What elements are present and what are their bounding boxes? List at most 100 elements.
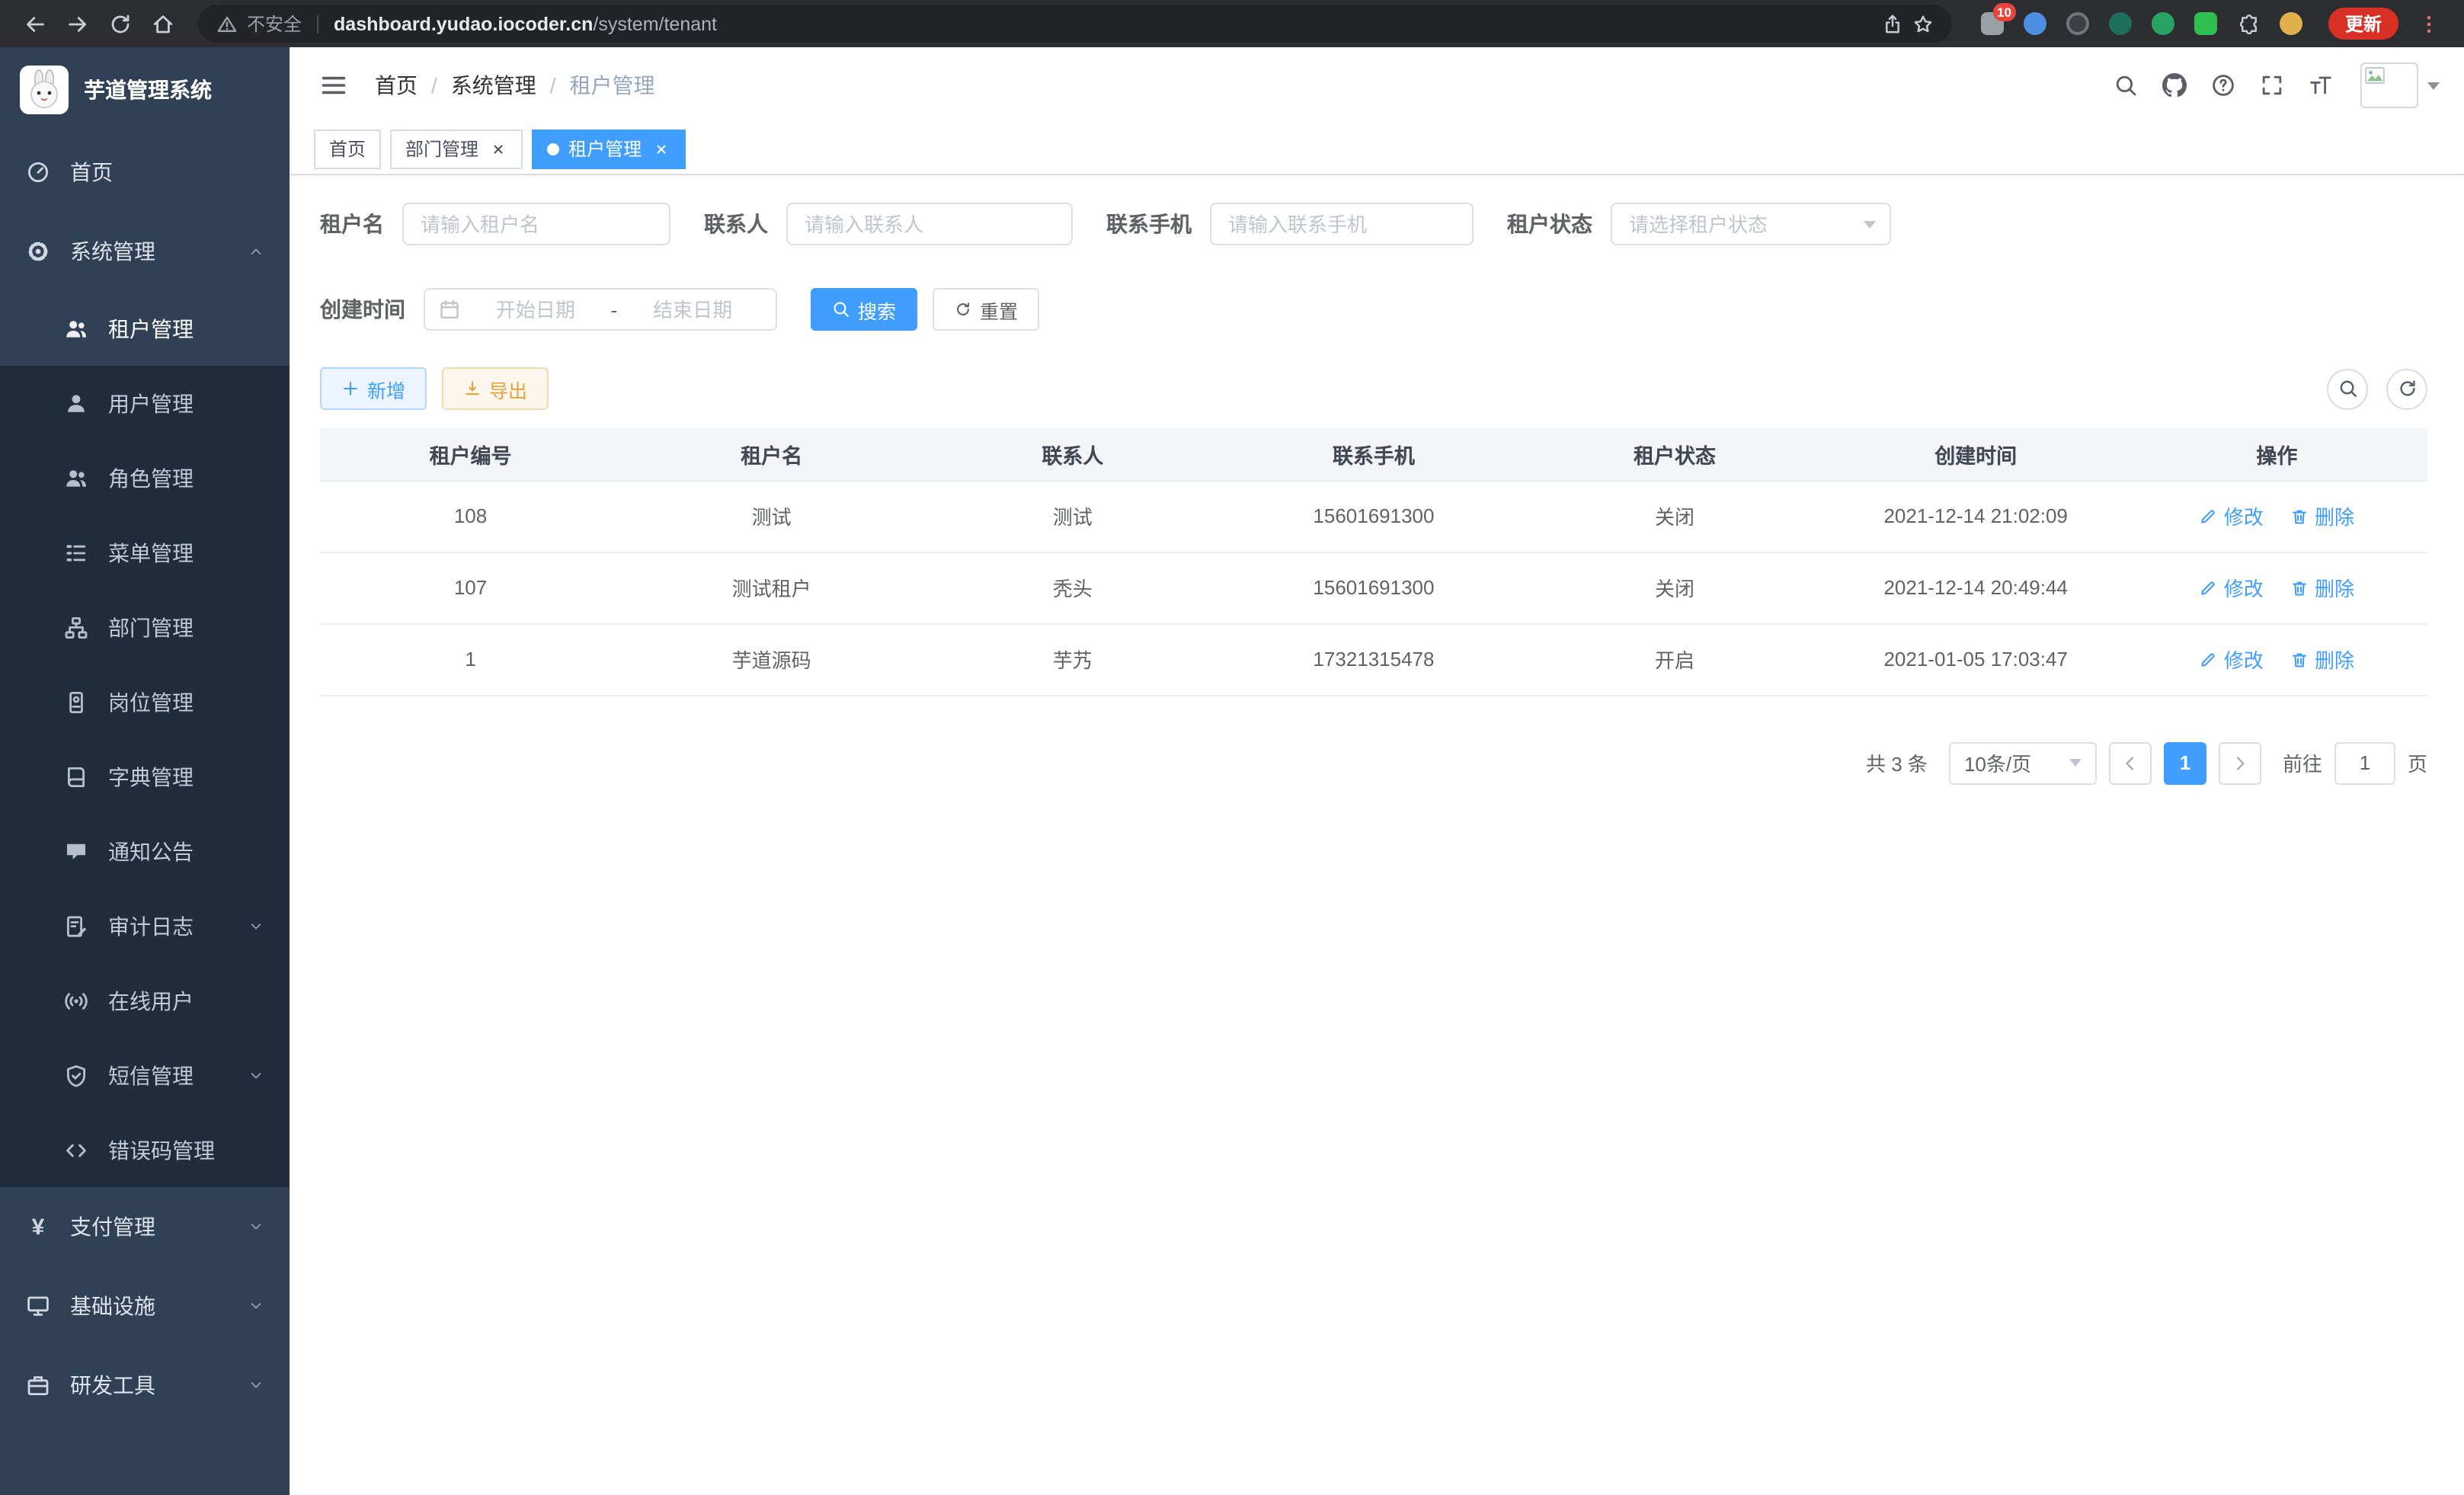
- search-button[interactable]: 搜索: [811, 288, 917, 331]
- home-icon[interactable]: [143, 4, 183, 43]
- sidebar-item-notice[interactable]: 通知公告: [0, 814, 290, 888]
- reset-button[interactable]: 重置: [933, 288, 1039, 331]
- fullscreen-icon[interactable]: [2260, 73, 2284, 98]
- end-date-input[interactable]: [623, 298, 762, 321]
- sidebar-item-home[interactable]: 首页: [0, 133, 290, 212]
- help-icon[interactable]: [2211, 73, 2235, 98]
- delete-row-button[interactable]: 删除: [2290, 645, 2354, 674]
- sidebar-item-menu[interactable]: 菜单管理: [0, 515, 290, 590]
- sidebar-item-error-code[interactable]: 错误码管理: [0, 1112, 290, 1187]
- goto-page-prefix: 前往: [2283, 748, 2322, 777]
- contact-name-input[interactable]: [786, 203, 1073, 245]
- browser-update-button[interactable]: 更新: [2328, 8, 2398, 40]
- gear-icon: [26, 239, 50, 264]
- page-number-button[interactable]: 1: [2164, 741, 2206, 784]
- extension-icon-6[interactable]: [2193, 10, 2220, 37]
- goto-page-input[interactable]: [2334, 741, 2395, 784]
- cell-tenant-name: 测试租户: [621, 552, 922, 623]
- close-icon[interactable]: [488, 139, 507, 158]
- contact-name-label: 联系人: [704, 209, 768, 239]
- sidebar-item-post[interactable]: 岗位管理: [0, 664, 290, 739]
- add-button[interactable]: 新增: [320, 367, 427, 410]
- breadcrumb-separator: /: [550, 73, 556, 98]
- extension-icon-5-glyph: [2152, 12, 2175, 35]
- bookmark-star-icon[interactable]: [1912, 13, 1934, 34]
- navbar-right-tools: [2114, 62, 2440, 108]
- sidebar-item-infrastructure[interactable]: 基础设施: [0, 1266, 290, 1346]
- extension-icon-4[interactable]: [2107, 10, 2135, 37]
- edit-row-button[interactable]: 修改: [2200, 573, 2264, 602]
- sidebar-item-online-users[interactable]: 在线用户: [0, 963, 290, 1038]
- tab-label: 首页: [329, 136, 366, 162]
- sidebar-item-audit-log[interactable]: 审计日志: [0, 888, 290, 963]
- chevron-down-icon: [248, 1378, 264, 1393]
- sidebar-item-payment[interactable]: ¥ 支付管理: [0, 1187, 290, 1266]
- refresh-button[interactable]: [2386, 368, 2427, 409]
- extension-icon-4-glyph: [2110, 12, 2133, 35]
- font-size-icon[interactable]: [2309, 73, 2333, 98]
- cell-phone: 15601691300: [1223, 552, 1524, 623]
- page-size-value: 10条/页: [1964, 748, 2031, 777]
- edit-row-button[interactable]: 修改: [2200, 645, 2264, 674]
- extension-icon-2[interactable]: [2022, 10, 2050, 37]
- cell-tenant-id: 1: [320, 623, 621, 695]
- github-icon[interactable]: [2162, 73, 2187, 98]
- browser-profile-avatar[interactable]: [2278, 10, 2306, 37]
- share-icon[interactable]: [1882, 13, 1903, 34]
- extension-icon-5[interactable]: [2150, 10, 2178, 37]
- delete-row-button[interactable]: 删除: [2290, 573, 2354, 602]
- edit-row-button[interactable]: 修改: [2200, 501, 2264, 530]
- next-page-button[interactable]: [2219, 741, 2261, 784]
- breadcrumb-separator: /: [431, 73, 437, 98]
- sidebar-item-tenant[interactable]: 租户管理: [0, 291, 290, 366]
- tenant-status-select[interactable]: [1611, 203, 1891, 245]
- breadcrumb-system[interactable]: 系统管理: [451, 70, 536, 101]
- page-size-select[interactable]: 10条/页: [1949, 741, 2097, 784]
- export-button[interactable]: 导出: [442, 367, 549, 410]
- tab-label: 租户管理: [568, 136, 642, 162]
- extension-icon-2-glyph: [2024, 12, 2047, 35]
- chevron-down-icon: [1864, 220, 1876, 228]
- browser-menu-icon[interactable]: [2409, 4, 2449, 43]
- extensions-puzzle-icon[interactable]: [2235, 10, 2263, 37]
- tab-tenant[interactable]: 租户管理: [532, 129, 686, 168]
- tab-dept[interactable]: 部门管理: [390, 129, 523, 168]
- error-code-icon: [64, 1138, 88, 1162]
- address-bar[interactable]: 不安全 dashboard.yudao.iocoder.cn/system/te…: [198, 5, 1952, 43]
- breadcrumb-home[interactable]: 首页: [375, 70, 418, 101]
- pagination: 共 3 条 10条/页 1 前往 页: [320, 741, 2427, 784]
- search-icon[interactable]: [2114, 73, 2138, 98]
- back-icon[interactable]: [15, 4, 55, 43]
- sidebar-item-dept[interactable]: 部门管理: [0, 590, 290, 664]
- contact-mobile-input[interactable]: [1210, 203, 1474, 245]
- toggle-search-button[interactable]: [2327, 368, 2368, 409]
- omnibox-divider: [317, 14, 318, 33]
- extension-icon-6-glyph: [2195, 12, 2218, 35]
- start-date-input[interactable]: [466, 298, 605, 321]
- infrastructure-icon: [26, 1294, 50, 1318]
- delete-row-button[interactable]: 删除: [2290, 501, 2354, 530]
- tenant-status-select-input[interactable]: [1611, 203, 1891, 245]
- forward-icon[interactable]: [58, 4, 98, 43]
- extension-icon-3[interactable]: [2065, 10, 2092, 37]
- tab-home[interactable]: 首页: [314, 129, 381, 168]
- close-icon[interactable]: [651, 139, 670, 158]
- delete-label: 删除: [2315, 645, 2354, 674]
- sidebar-item-dev-tools[interactable]: 研发工具: [0, 1346, 290, 1425]
- extension-icon-1[interactable]: 10: [1979, 10, 2007, 37]
- app-logo[interactable]: 芋道管理系统: [0, 47, 290, 133]
- hamburger-icon[interactable]: [314, 72, 354, 99]
- sidebar-item-user[interactable]: 用户管理: [0, 366, 290, 440]
- tenant-name-input[interactable]: [402, 203, 670, 245]
- reload-icon[interactable]: [101, 4, 140, 43]
- col-phone: 联系手机: [1223, 428, 1524, 480]
- prev-page-button[interactable]: [2109, 741, 2152, 784]
- org-tree-icon: [64, 615, 88, 639]
- sidebar-item-role[interactable]: 角色管理: [0, 440, 290, 515]
- user-avatar[interactable]: [2360, 62, 2440, 108]
- sidebar-item-system[interactable]: 系统管理: [0, 212, 290, 291]
- create-time-range-picker[interactable]: -: [424, 288, 777, 331]
- sidebar-item-sms[interactable]: 短信管理: [0, 1038, 290, 1112]
- sidebar-item-dict[interactable]: 字典管理: [0, 739, 290, 814]
- filter-form-row-1: 租户名 联系人 联系手机 租户状态: [320, 203, 2427, 245]
